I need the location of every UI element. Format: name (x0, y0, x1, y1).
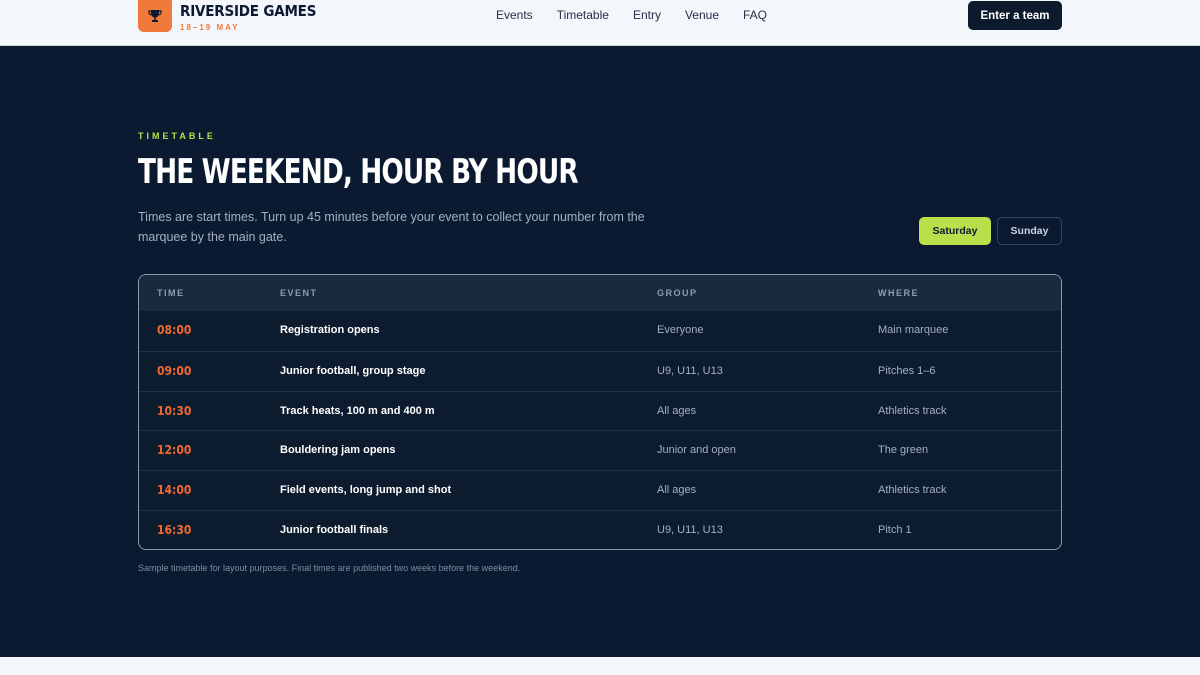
cell-time: 10:30 (157, 403, 192, 418)
cell-time: 16:30 (157, 522, 192, 537)
cell-where: Athletics track (878, 484, 947, 497)
cell-event: Junior football, group stage (280, 364, 426, 377)
table-footnote: Sample timetable for layout purposes. Fi… (138, 563, 521, 573)
cell-group: U9, U11, U13 (657, 523, 723, 536)
cell-where: Pitch 1 (878, 523, 912, 536)
timetable-table: TIME EVENT GROUP WHERE 08:00 Registratio… (138, 274, 1062, 550)
logo[interactable] (138, 0, 172, 32)
nav-link-timetable[interactable]: Timetable (557, 8, 609, 22)
section-eyebrow: TIMETABLE (138, 131, 216, 141)
cell-group: Junior and open (657, 444, 736, 457)
site-header: RIVERSIDE GAMES 18–19 MAY Events Timetab… (0, 0, 1200, 46)
cell-event: Registration opens (280, 324, 380, 336)
cell-event: Field events, long jump and shot (280, 484, 452, 497)
nav-link-venue[interactable]: Venue (685, 8, 719, 22)
cell-event: Bouldering jam opens (280, 444, 396, 457)
cell-time: 09:00 (157, 363, 192, 378)
cell-time: 08:00 (157, 323, 192, 337)
trophy-icon (148, 10, 162, 22)
column-header-time: TIME (157, 288, 185, 298)
column-header-group: GROUP (657, 288, 698, 298)
day-tab-saturday[interactable]: Saturday (919, 217, 991, 245)
next-section-edge (0, 657, 1200, 675)
nav-link-events[interactable]: Events (496, 8, 533, 22)
table-body: 08:00 Registration opens Everyone Main m… (139, 311, 1061, 549)
cell-event: Junior football finals (280, 523, 389, 536)
column-header-event: EVENT (280, 288, 318, 298)
cell-group: U9, U11, U13 (657, 364, 723, 377)
table-row: 09:00 Junior football, group stage U9, U… (139, 350, 1061, 391)
table-row: 08:00 Registration opens Everyone Main m… (139, 311, 1061, 351)
nav-link-faq[interactable]: FAQ (743, 8, 767, 22)
brand-dates: 18–19 MAY (180, 23, 240, 32)
cell-where: Athletics track (878, 404, 947, 417)
table-row: 14:00 Field events, long jump and shot A… (139, 470, 1061, 510)
cell-where: Pitches 1–6 (878, 364, 936, 377)
column-header-where: WHERE (878, 288, 919, 298)
cell-where: The green (878, 444, 929, 457)
table-header: TIME EVENT GROUP WHERE (139, 275, 1061, 311)
brand-name[interactable]: RIVERSIDE GAMES (180, 2, 316, 20)
page-title: THE WEEKEND, HOUR BY HOUR (138, 152, 579, 192)
cell-time: 12:00 (157, 443, 192, 458)
nav-link-entry[interactable]: Entry (633, 8, 661, 22)
day-tab-sunday[interactable]: Sunday (997, 217, 1062, 245)
table-row: 16:30 Junior football finals U9, U11, U1… (139, 509, 1061, 549)
enter-team-button[interactable]: Enter a team (968, 1, 1062, 30)
table-row: 12:00 Bouldering jam opens Junior and op… (139, 430, 1061, 470)
cell-time: 14:00 (157, 483, 192, 498)
cell-group: Everyone (657, 324, 704, 336)
intro-text: Times are start times. Turn up 45 minute… (138, 210, 645, 244)
cell-group: All ages (657, 484, 697, 497)
cell-event: Track heats, 100 m and 400 m (280, 404, 435, 417)
cell-where: Main marquee (878, 324, 949, 336)
table-row: 10:30 Track heats, 100 m and 400 m All a… (139, 390, 1061, 431)
main-nav: Events Timetable Entry Venue FAQ (496, 8, 767, 22)
cell-group: All ages (657, 404, 697, 417)
